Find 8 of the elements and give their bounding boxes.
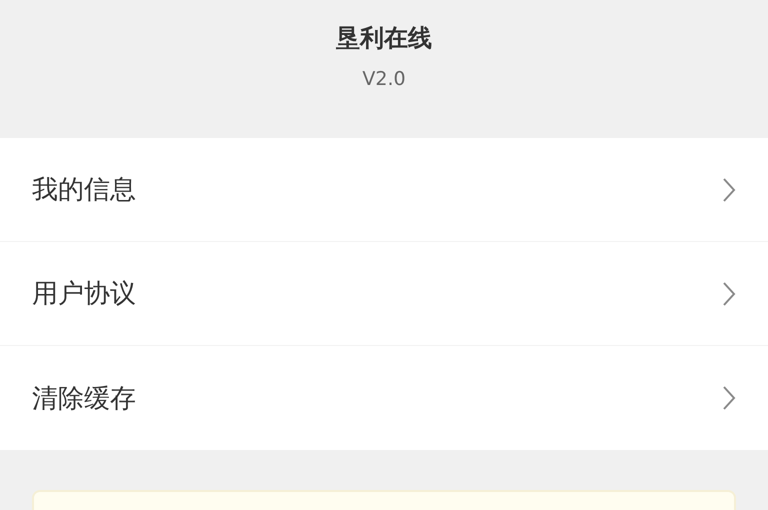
app-version: V2.0 (362, 68, 406, 90)
chevron-right-icon (722, 176, 736, 202)
chevron-right-icon (722, 385, 736, 411)
chevron-right-icon (722, 280, 736, 306)
app-name: 垦利在线 (336, 23, 432, 54)
menu-item[interactable]: 用户协议 (0, 242, 768, 346)
menu-item[interactable]: 我的信息 (0, 138, 768, 242)
menu-item[interactable]: 清除缓存 (0, 346, 768, 450)
